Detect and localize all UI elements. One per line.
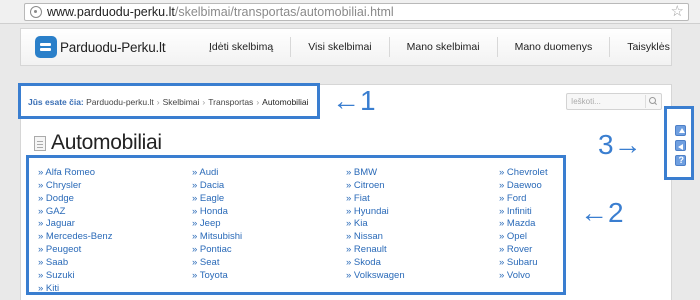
- annotation-3: 3→: [598, 129, 642, 160]
- help-icon[interactable]: [675, 155, 686, 166]
- brand-link[interactable]: » Fiat: [346, 193, 405, 206]
- scroll-up-icon[interactable]: [675, 125, 686, 136]
- side-tools-widget: [664, 106, 694, 180]
- page-heading: Automobiliai: [34, 130, 162, 156]
- nav-item-all-ads[interactable]: Visi skelbimai: [290, 37, 388, 57]
- brand-link[interactable]: » Kiti: [38, 283, 112, 296]
- brand-link[interactable]: » Alfa Romeo: [38, 167, 112, 180]
- brand-link[interactable]: » Pontiac: [192, 244, 242, 257]
- breadcrumb-separator: ›: [256, 97, 260, 107]
- breadcrumb-current: Automobiliai: [262, 97, 309, 107]
- brand-link[interactable]: » Audi: [192, 167, 242, 180]
- breadcrumb-home[interactable]: Parduodu-perku.lt: [86, 97, 154, 107]
- nav-item-rules[interactable]: Taisyklės: [609, 37, 687, 57]
- brand-column-1: » Alfa Romeo » Chrysler » Dodge » GAZ » …: [38, 167, 112, 295]
- brand-link[interactable]: » GAZ: [38, 206, 112, 219]
- nav-item-my-data[interactable]: Mano duomenys: [496, 37, 610, 57]
- brand-link[interactable]: » Mazda: [499, 218, 548, 231]
- nav-item-my-ads[interactable]: Mano skelbimai: [388, 37, 497, 57]
- brand-link[interactable]: » Nissan: [346, 231, 405, 244]
- back-arrow-icon[interactable]: [675, 140, 686, 151]
- search-icon[interactable]: [645, 95, 659, 108]
- brand-link[interactable]: » Rover: [499, 244, 548, 257]
- url-domain: www.parduodu-perku.lt: [47, 5, 175, 19]
- brand-link[interactable]: » Seat: [192, 257, 242, 270]
- browser-toolbar: www.parduodu-perku.lt/skelbimai/transpor…: [0, 0, 700, 24]
- brand-link[interactable]: » Dacia: [192, 180, 242, 193]
- annotation-2: ←2: [580, 197, 624, 228]
- search-input[interactable]: Ieškoti...: [571, 97, 601, 106]
- brand-link[interactable]: » Mitsubishi: [192, 231, 242, 244]
- brand-link[interactable]: » Jaguar: [38, 218, 112, 231]
- brand-link[interactable]: » Honda: [192, 206, 242, 219]
- brand-column-2: » Audi » Dacia » Eagle » Honda » Jeep » …: [192, 167, 242, 283]
- brand-link[interactable]: » Daewoo: [499, 180, 548, 193]
- brand-link[interactable]: » Hyundai: [346, 206, 405, 219]
- globe-icon: [30, 6, 42, 18]
- brand-link[interactable]: » Skoda: [346, 257, 405, 270]
- logo-text: Parduodu-Perku.lt: [60, 39, 166, 55]
- url-text[interactable]: www.parduodu-perku.lt/skelbimai/transpor…: [47, 5, 394, 19]
- site-logo[interactable]: Parduodu-Perku.lt: [35, 35, 166, 59]
- brand-link[interactable]: » Opel: [499, 231, 548, 244]
- brand-column-4: » Chevrolet » Daewoo » Ford » Infiniti »…: [499, 167, 548, 283]
- document-icon: [34, 135, 46, 151]
- breadcrumb-separator: ›: [156, 97, 160, 107]
- breadcrumb-ads[interactable]: Skelbimai: [163, 97, 200, 107]
- address-bar[interactable]: www.parduodu-perku.lt/skelbimai/transpor…: [24, 3, 689, 21]
- logo-icon: [35, 36, 57, 58]
- brand-link[interactable]: » BMW: [346, 167, 405, 180]
- brand-link[interactable]: » Volkswagen: [346, 270, 405, 283]
- brand-link[interactable]: » Renault: [346, 244, 405, 257]
- nav-item-post-ad[interactable]: Įdėti skelbimą: [207, 37, 290, 57]
- annotation-1: ←1: [332, 85, 376, 116]
- brand-link[interactable]: » Citroen: [346, 180, 405, 193]
- breadcrumb-lead: Jūs esate čia:: [28, 97, 84, 107]
- brand-link[interactable]: » Peugeot: [38, 244, 112, 257]
- brand-link[interactable]: » Volvo: [499, 270, 548, 283]
- brand-link[interactable]: » Toyota: [192, 270, 242, 283]
- page-title: Automobiliai: [51, 131, 162, 154]
- brand-link[interactable]: » Subaru: [499, 257, 548, 270]
- brand-link[interactable]: » Saab: [38, 257, 112, 270]
- brand-link[interactable]: » Ford: [499, 193, 548, 206]
- brand-link[interactable]: » Chevrolet: [499, 167, 548, 180]
- breadcrumb-separator: ›: [202, 97, 206, 107]
- bookmark-star-icon[interactable]: ☆: [671, 3, 684, 21]
- brand-link[interactable]: » Jeep: [192, 218, 242, 231]
- brand-link[interactable]: » Eagle: [192, 193, 242, 206]
- brand-link[interactable]: » Chrysler: [38, 180, 112, 193]
- search-box: Ieškoti...: [566, 93, 662, 110]
- url-path: /skelbimai/transportas/automobiliai.html: [174, 5, 394, 19]
- brand-column-3: » BMW » Citroen » Fiat » Hyundai » Kia »…: [346, 167, 405, 283]
- brand-link[interactable]: » Kia: [346, 218, 405, 231]
- main-nav: Įdėti skelbimą Visi skelbimai Mano skelb…: [207, 29, 687, 65]
- brand-link[interactable]: » Mercedes-Benz: [38, 231, 112, 244]
- brand-link[interactable]: » Suzuki: [38, 270, 112, 283]
- breadcrumb-transport[interactable]: Transportas: [208, 97, 253, 107]
- site-header: Parduodu-Perku.lt Įdėti skelbimą Visi sk…: [20, 28, 672, 66]
- breadcrumb: Jūs esate čia: Parduodu-perku.lt › Skelbim…: [28, 97, 308, 107]
- brand-link[interactable]: » Dodge: [38, 193, 112, 206]
- brand-link[interactable]: » Infiniti: [499, 206, 548, 219]
